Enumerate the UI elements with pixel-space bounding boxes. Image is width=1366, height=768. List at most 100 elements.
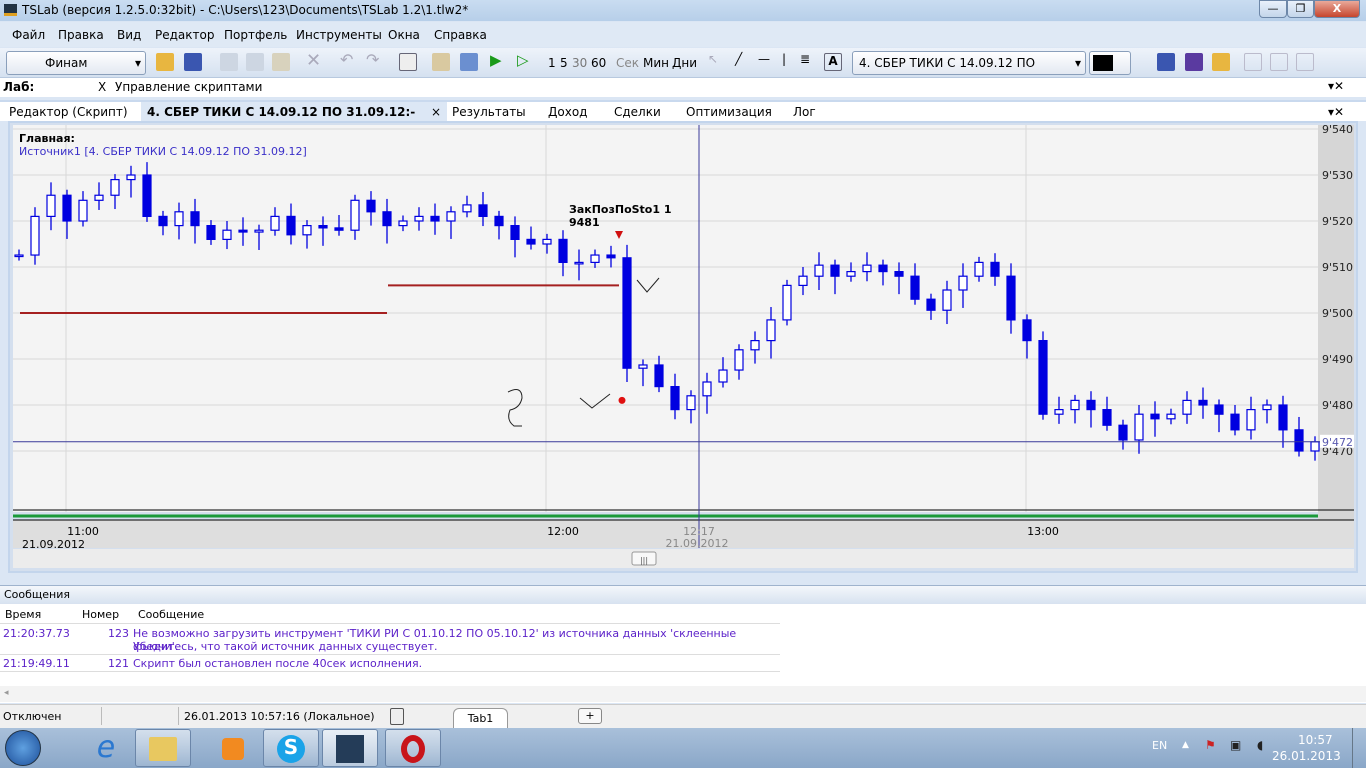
candle (510, 225, 520, 241)
y-tick-label: 9'480 (1322, 399, 1353, 412)
candle (1006, 275, 1016, 321)
taskbar-tslab[interactable] (322, 729, 378, 767)
candle (1262, 404, 1272, 411)
x-tick-label: 12:00 (547, 525, 579, 538)
candle (1246, 409, 1256, 431)
taskbar: e S EN ▲ ⚑ ▣ ◖ 10:57 26.01.2013 (0, 728, 1366, 768)
candle (782, 284, 792, 321)
candle (958, 275, 968, 291)
taskbar-opera[interactable] (385, 729, 441, 767)
candle (110, 179, 120, 196)
candle (414, 215, 424, 222)
candle (1214, 404, 1224, 415)
candle (398, 220, 408, 227)
connection-status: Отключен (3, 710, 62, 723)
candle (1150, 413, 1160, 420)
candle (1310, 441, 1320, 452)
action-center-icon[interactable]: ⚑ (1205, 738, 1216, 752)
volume-icon[interactable]: ◖ (1257, 738, 1263, 752)
candle (366, 199, 376, 213)
messages-title: Сообщения (0, 586, 1366, 604)
candle (334, 227, 344, 231)
candle (494, 215, 504, 227)
candle (654, 364, 664, 388)
ie-icon: e (96, 730, 116, 765)
candle (574, 261, 584, 265)
tab-tab1-label: Tab1 (467, 712, 494, 725)
price-axis (1318, 125, 1354, 520)
candle (302, 225, 312, 236)
header-number[interactable]: Номер (82, 608, 119, 621)
candle (606, 254, 616, 259)
clock-time[interactable]: 10:57 (1298, 733, 1333, 747)
candle (542, 238, 552, 245)
taskbar-skype[interactable]: S (263, 729, 319, 767)
y-tick-label: 9'490 (1322, 353, 1353, 366)
trade-label: ЗакПозПоSto1 1 (569, 203, 672, 216)
message-text: Скрипт был остановлен после 40сек исполн… (133, 657, 423, 670)
header-time[interactable]: Время (5, 608, 41, 621)
candle (1022, 319, 1032, 342)
messages-header: Время Номер Сообщение (0, 606, 780, 624)
show-hidden-icons[interactable]: ▲ (1182, 740, 1189, 750)
chart-scrollbar (13, 549, 1354, 568)
candle (1134, 413, 1144, 441)
candle (1102, 409, 1112, 426)
candle (462, 204, 472, 213)
candle (878, 264, 888, 273)
clock-date[interactable]: 26.01.2013 (1272, 749, 1341, 763)
tab-tab1[interactable]: Tab1 (453, 708, 508, 728)
candle (1182, 399, 1192, 415)
candle (286, 215, 296, 236)
candle (1086, 399, 1096, 411)
candle (830, 264, 840, 277)
candle (590, 254, 600, 263)
candle (1166, 413, 1176, 420)
candle (62, 194, 72, 222)
price-chart[interactable]: ||| 9'540 9'530 9'520 9'510 9'500 9'490 9'480 9'… (0, 0, 1366, 580)
candle (814, 264, 824, 277)
candle (910, 275, 920, 300)
taskbar-ie[interactable]: e (78, 729, 134, 767)
candle (894, 271, 904, 277)
candle (558, 238, 568, 263)
message-row[interactable]: 21:20:37.73 123 Не возможно загрузить ин… (0, 625, 780, 655)
candle (270, 215, 280, 231)
candle (158, 215, 168, 227)
opera-icon (401, 735, 425, 763)
folder-icon (149, 737, 177, 761)
candle (190, 211, 200, 227)
x-tick-label: 13:00 (1027, 525, 1059, 538)
message-row[interactable]: 21:19:49.11 121 Скрипт был остановлен по… (0, 656, 780, 672)
candle (526, 238, 536, 245)
candle (174, 211, 184, 227)
crosshair-date-label: 21.09.2012 (666, 537, 729, 550)
candle (206, 225, 216, 241)
network-icon[interactable]: ▣ (1230, 738, 1241, 752)
scroll-grip-icon: ||| (640, 556, 648, 565)
candle (254, 229, 264, 233)
notes-icon[interactable] (390, 708, 404, 725)
start-button[interactable] (5, 730, 41, 766)
candle (686, 395, 696, 411)
candle (126, 174, 136, 181)
candle (990, 261, 1000, 277)
horizontal-scrollbar[interactable]: ◂ (0, 686, 1366, 702)
message-number: 123 (108, 627, 129, 640)
media-player-icon (222, 738, 244, 760)
header-message[interactable]: Сообщение (138, 608, 204, 621)
candle (1278, 404, 1288, 431)
add-tab-button[interactable]: + (578, 708, 602, 724)
candle (222, 229, 232, 240)
show-desktop-button[interactable] (1352, 728, 1366, 768)
candle (1198, 399, 1208, 406)
message-time: 21:19:49.11 (3, 657, 70, 670)
candle (718, 369, 728, 383)
language-indicator[interactable]: EN (1152, 739, 1167, 752)
y-tick-label: 9'520 (1322, 215, 1353, 228)
y-tick-label: 9'500 (1322, 307, 1353, 320)
taskbar-explorer[interactable] (135, 729, 191, 767)
y-tick-label: 9'530 (1322, 169, 1353, 182)
candle (862, 264, 872, 273)
taskbar-media[interactable] (205, 729, 261, 767)
